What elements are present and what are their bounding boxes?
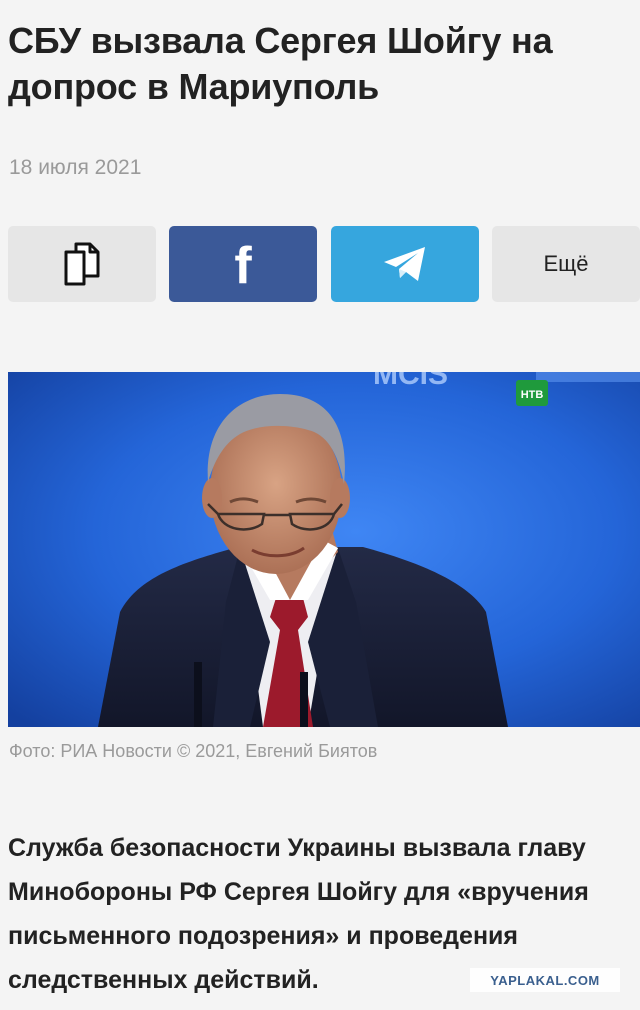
facebook-icon: f (234, 237, 252, 295)
copy-icon (64, 242, 100, 286)
article-date: 18 июля 2021 (9, 156, 142, 179)
article-photo-image: MCIS НТВ (8, 372, 640, 727)
telegram-icon (384, 247, 425, 281)
backdrop-text: MCIS (373, 372, 448, 391)
more-share-button[interactable]: Ещё (492, 226, 640, 302)
share-bar: f Ещё (8, 226, 640, 302)
ntv-logo-icon: НТВ (516, 380, 548, 406)
article-title: СБУ вызвала Сергея Шойгу на допрос в Мар… (8, 20, 553, 107)
facebook-share-button[interactable]: f (169, 226, 317, 302)
article-photo[interactable]: MCIS НТВ (8, 372, 640, 727)
telegram-share-button[interactable] (331, 226, 479, 302)
photo-caption: Фото: РИА Новости © 2021, Евгений Биятов (9, 741, 378, 761)
copy-link-button[interactable] (8, 226, 156, 302)
channel-logo-text: НТВ (521, 389, 544, 401)
site-watermark: YAPLAKAL.COM (470, 968, 620, 992)
article-page: СБУ вызвала Сергея Шойгу на допрос в Мар… (0, 0, 640, 1010)
more-share-label: Ещё (543, 251, 589, 276)
